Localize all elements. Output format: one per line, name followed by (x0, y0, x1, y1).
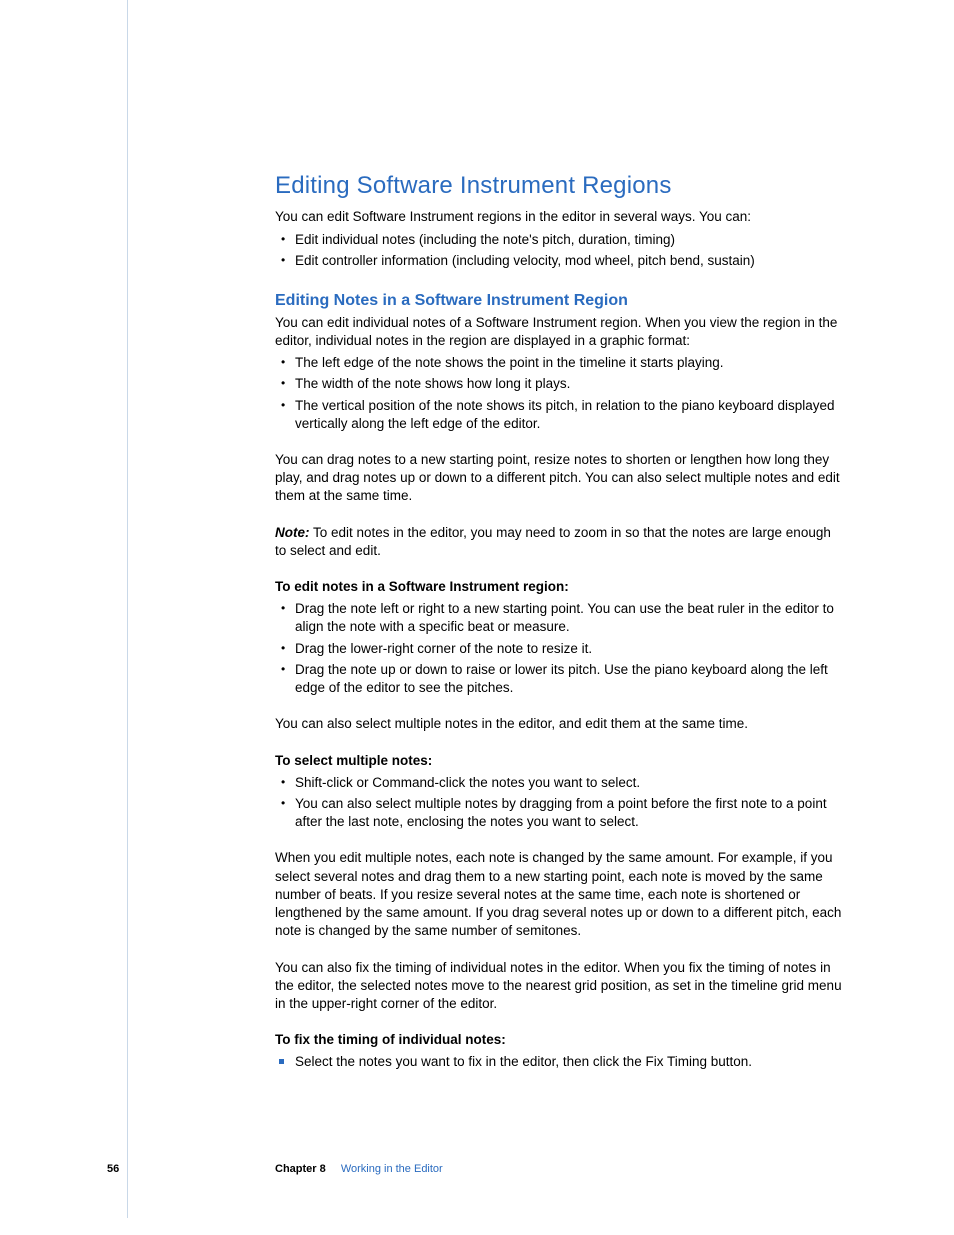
list-item: The vertical position of the note shows … (275, 397, 845, 433)
sub-intro-paragraph: You can edit individual notes of a Softw… (275, 314, 845, 350)
chapter-label: Chapter 8 (275, 1163, 326, 1175)
chapter-block: Chapter 8 Working in the Editor (275, 1163, 443, 1175)
section-heading: Editing Software Instrument Regions (275, 170, 845, 202)
list-item: The left edge of the note shows the poin… (275, 354, 845, 372)
page-footer: 56 Chapter 8 Working in the Editor (107, 1163, 847, 1175)
list-item: Shift-click or Command-click the notes y… (275, 774, 845, 792)
note-label: Note: (275, 525, 310, 540)
intro-paragraph: You can edit Software Instrument regions… (275, 208, 845, 226)
paragraph: You can drag notes to a new starting poi… (275, 451, 845, 506)
list-item: You can also select multiple notes by dr… (275, 795, 845, 831)
task-title: To select multiple notes: (275, 752, 845, 770)
list-item: Edit individual notes (including the not… (275, 231, 845, 249)
edit-notes-list: Drag the note left or right to a new sta… (275, 600, 845, 697)
page: Editing Software Instrument Regions You … (0, 0, 954, 1235)
paragraph: You can also fix the timing of individua… (275, 959, 845, 1014)
note-text: To edit notes in the editor, you may nee… (275, 525, 831, 558)
list-item: Drag the note left or right to a new sta… (275, 600, 845, 636)
paragraph: You can also select multiple notes in th… (275, 715, 845, 733)
note-paragraph: Note: To edit notes in the editor, you m… (275, 524, 845, 560)
task-title: To edit notes in a Software Instrument r… (275, 578, 845, 596)
list-item: Drag the note up or down to raise or low… (275, 661, 845, 697)
select-multiple-list: Shift-click or Command-click the notes y… (275, 774, 845, 832)
body-content: Editing Software Instrument Regions You … (275, 170, 845, 1075)
list-item: Select the notes you want to fix in the … (275, 1053, 845, 1071)
list-item: The width of the note shows how long it … (275, 375, 845, 393)
fix-timing-list: Select the notes you want to fix in the … (275, 1053, 845, 1071)
page-number: 56 (107, 1163, 119, 1175)
graphic-format-list: The left edge of the note shows the poin… (275, 354, 845, 433)
subsection-heading: Editing Notes in a Software Instrument R… (275, 290, 845, 312)
task-title: To fix the timing of individual notes: (275, 1031, 845, 1049)
list-item: Edit controller information (including v… (275, 252, 845, 270)
intro-list: Edit individual notes (including the not… (275, 231, 845, 270)
list-item: Drag the lower-right corner of the note … (275, 640, 845, 658)
paragraph: When you edit multiple notes, each note … (275, 849, 845, 940)
chapter-title: Working in the Editor (341, 1163, 443, 1175)
margin-rule (127, 0, 128, 1218)
